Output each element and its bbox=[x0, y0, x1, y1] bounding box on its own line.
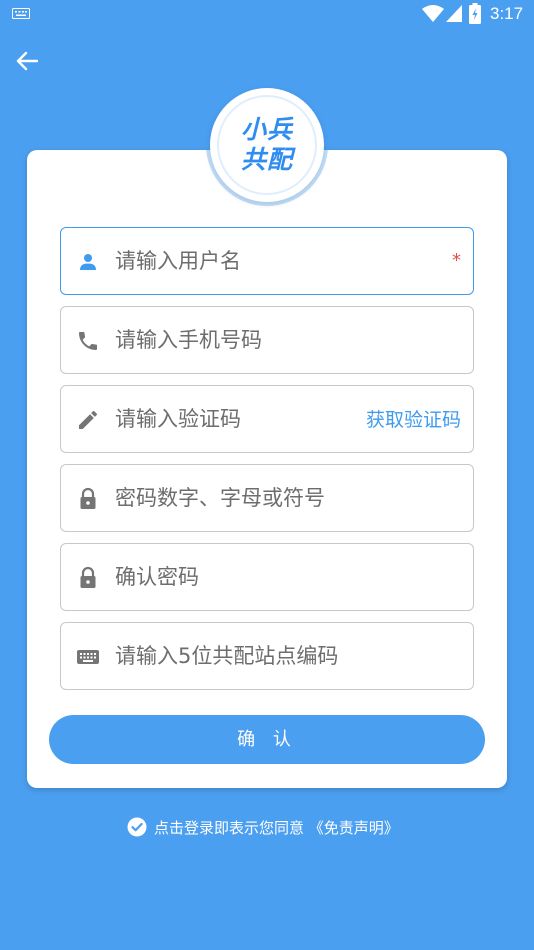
status-bar: 3:17 bbox=[0, 0, 534, 28]
person-icon bbox=[80, 254, 96, 270]
wifi-icon bbox=[422, 5, 444, 22]
phone-icon bbox=[79, 332, 97, 350]
confirm-password-input[interactable]: 确认密码 bbox=[115, 562, 199, 592]
site-code-input[interactable]: 请输入5位共配站点编码 bbox=[115, 641, 338, 671]
password-field[interactable]: 密码数字、字母或符号 bbox=[60, 464, 474, 532]
username-field[interactable]: 请输入用户名 * bbox=[60, 227, 474, 295]
agreement-row[interactable]: 点击登录即表示您同意 《免责声明》 bbox=[127, 816, 399, 838]
logo-text-line1: 小兵 bbox=[240, 115, 293, 144]
check-circle-icon[interactable] bbox=[127, 817, 147, 837]
required-mark: * bbox=[452, 250, 461, 271]
status-time: 3:17 bbox=[490, 4, 524, 23]
verification-code-input[interactable]: 请输入验证码 bbox=[115, 404, 241, 434]
get-code-button[interactable]: 获取验证码 bbox=[366, 406, 461, 434]
app-logo: 小兵 共配 bbox=[210, 88, 324, 202]
battery-icon bbox=[469, 3, 481, 24]
keyboard-icon bbox=[77, 650, 99, 664]
username-input[interactable]: 请输入用户名 bbox=[115, 246, 241, 276]
confirm-button[interactable]: 确 认 bbox=[49, 715, 485, 764]
back-button[interactable] bbox=[12, 46, 42, 76]
password-input[interactable]: 密码数字、字母或符号 bbox=[115, 483, 325, 513]
phone-input[interactable]: 请输入手机号码 bbox=[115, 325, 262, 355]
agreement-text[interactable]: 点击登录即表示您同意 《免责声明》 bbox=[154, 817, 399, 838]
confirm-password-field[interactable]: 确认密码 bbox=[60, 543, 474, 611]
lock-icon bbox=[80, 487, 96, 509]
signal-icon bbox=[446, 5, 462, 22]
logo-text-line2: 共配 bbox=[240, 145, 293, 174]
phone-field[interactable]: 请输入手机号码 bbox=[60, 306, 474, 374]
verification-code-field[interactable]: 请输入验证码 获取验证码 bbox=[60, 385, 474, 453]
site-code-field[interactable]: 请输入5位共配站点编码 bbox=[60, 622, 474, 690]
keyboard-icon bbox=[12, 8, 30, 19]
lock-icon bbox=[80, 566, 96, 588]
pencil-icon bbox=[79, 411, 97, 429]
arrow-left-icon bbox=[16, 51, 38, 71]
